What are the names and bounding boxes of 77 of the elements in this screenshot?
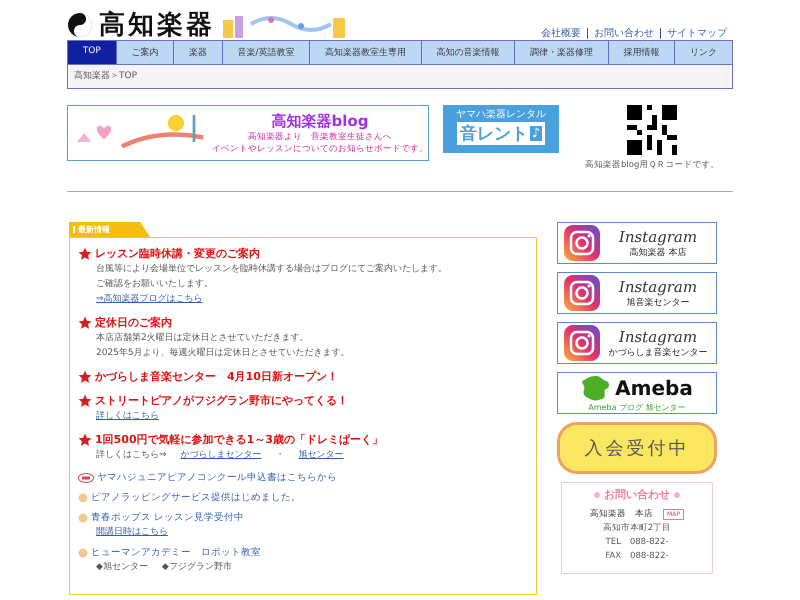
blog-banner[interactable]: 高知楽器blog 高知楽器より 音楽教室生徒さんへ イベントやレッスンについてのお知らせボードです。: [67, 105, 429, 161]
header-link[interactable]: お問い合わせ: [587, 28, 660, 39]
news-text: ・: [276, 449, 285, 462]
news-link[interactable]: 詳しくはこちら: [96, 410, 159, 423]
news-link[interactable]: ヒューマンアカデミー ロボット教室: [91, 546, 261, 559]
news-text: ご確認をお願いいたします。: [96, 278, 213, 291]
news-title: かづらしま音楽センター 4月10日新オープン！: [95, 369, 338, 384]
news-link[interactable]: ヤマハジュニアピアノコンクール申込書はこちらから: [97, 471, 337, 484]
ameba-brand: Ameba: [615, 376, 693, 398]
bullet-icon: [78, 492, 88, 502]
star-icon: [78, 316, 92, 330]
nav-tab[interactable]: 楽器: [173, 41, 222, 64]
nav-tab[interactable]: 採用情報: [608, 41, 674, 64]
enrollment-banner[interactable]: 入会受付中: [557, 422, 717, 474]
news-text: 本店店舗第2火曜日は定休日とさせていただきます。: [96, 332, 309, 345]
new-badge-icon: [78, 472, 94, 482]
news-text: 台風等により会場単位でレッスンを臨時休講する場合はブログにてご案内いたします。: [96, 263, 447, 276]
contact-info: 高知市本町2丁目: [602, 522, 672, 534]
breadcrumb: 高知楽器＞TOP: [74, 71, 138, 81]
qr-caption: 高知楽器blog用ＱＲコードです。: [585, 159, 720, 171]
news-link[interactable]: 旭センター: [298, 449, 344, 462]
ameba-banner[interactable]: Ameba Ameba ブログ 旭センター: [557, 372, 717, 414]
nav-tab[interactable]: ご案内: [116, 41, 174, 64]
ameba-mascot-icon: [581, 374, 612, 402]
contact-info: FAX 088-822-: [605, 550, 669, 562]
instagram-caption: かづらしま音楽センター: [608, 346, 708, 358]
star-icon: [78, 246, 92, 260]
news-title: 1回500円で気軽に参加できる1～3歳の「ドレミぱーく」: [95, 432, 383, 447]
star-icon: [78, 370, 92, 384]
news-link[interactable]: かづらしまセンター: [180, 449, 262, 462]
news-text: 詳しくはこちら⇒: [96, 449, 167, 462]
store-name: 高知楽器 本店: [590, 508, 654, 520]
rental-title: ヤマハ楽器レンタル: [456, 108, 546, 121]
instagram-icon: [564, 275, 600, 311]
header-link[interactable]: 会社概要: [535, 28, 587, 39]
news-text: 2025年5月より、毎週火曜日は定休日とさせていただきます。: [96, 347, 350, 360]
blog-title: 高知楽器blog: [272, 112, 368, 130]
news-text: ◆旭センター: [96, 561, 148, 574]
news-link[interactable]: ピアノラッピングサービス提供はじめました。: [91, 491, 301, 504]
nav-tab[interactable]: 高知楽器教室生専用: [309, 41, 421, 64]
ameba-caption: Ameba ブログ 旭センター: [588, 402, 686, 412]
instagram-banner[interactable]: Instagram 高知楽器 本店: [557, 222, 717, 264]
note-icon: ♪: [530, 126, 542, 141]
news-text: ◆フジグラン野市: [162, 561, 232, 574]
instagram-banner[interactable]: Instagram かづらしま音楽センター: [557, 322, 717, 364]
header-link[interactable]: サイトマップ: [660, 28, 733, 39]
news-link[interactable]: ⇒高知楽器ブログはこちら: [96, 293, 203, 306]
news-link[interactable]: 青春ポップス レッスン見学受付中: [91, 511, 244, 524]
instagram-icon: [564, 325, 600, 361]
nav-tab[interactable]: TOP: [68, 41, 116, 64]
news-title: ストリートピアノがフジグラン野市にやってくる！: [95, 393, 348, 408]
contact-info: TEL 088-822-: [606, 536, 668, 548]
instagram-icon: [564, 225, 600, 261]
blog-caption: イベントやレッスンについてのお知らせボードです。: [212, 142, 428, 154]
qr-code-icon: [627, 105, 678, 155]
nav-tab[interactable]: 調律・楽器修理: [514, 41, 608, 64]
yin-yang-logo-icon: [67, 12, 93, 38]
star-icon: [78, 432, 92, 446]
blog-caption: 高知楽器より 音楽教室生徒さんへ: [248, 130, 392, 142]
contact-title: お問い合わせ: [604, 487, 670, 502]
news-link[interactable]: 開講日時はこちら: [96, 526, 168, 539]
news-title: 定休日のご案内: [95, 315, 172, 330]
nav-tab[interactable]: 高知の音楽情報: [420, 41, 514, 64]
instagram-caption: 高知楽器 本店: [630, 246, 686, 258]
bullet-icon: [78, 512, 88, 522]
instagram-caption: 旭音楽センター: [626, 296, 690, 308]
news-title: レッスン臨時休講・変更のご案内: [95, 246, 260, 261]
nav-tab[interactable]: 音楽/英語教室: [222, 41, 310, 64]
rental-logo-text: 音レント: [460, 123, 528, 145]
star-icon: [78, 394, 92, 408]
nav-tab[interactable]: リンク: [674, 41, 732, 64]
instagram-brand: Instagram: [618, 328, 698, 346]
bullet-icon: [78, 548, 88, 558]
instagram-banner[interactable]: Instagram 旭音楽センター: [557, 272, 717, 314]
instagram-brand: Instagram: [618, 278, 698, 296]
site-logo-text[interactable]: 高知楽器: [99, 11, 215, 39]
instagram-brand: Instagram: [618, 228, 698, 246]
